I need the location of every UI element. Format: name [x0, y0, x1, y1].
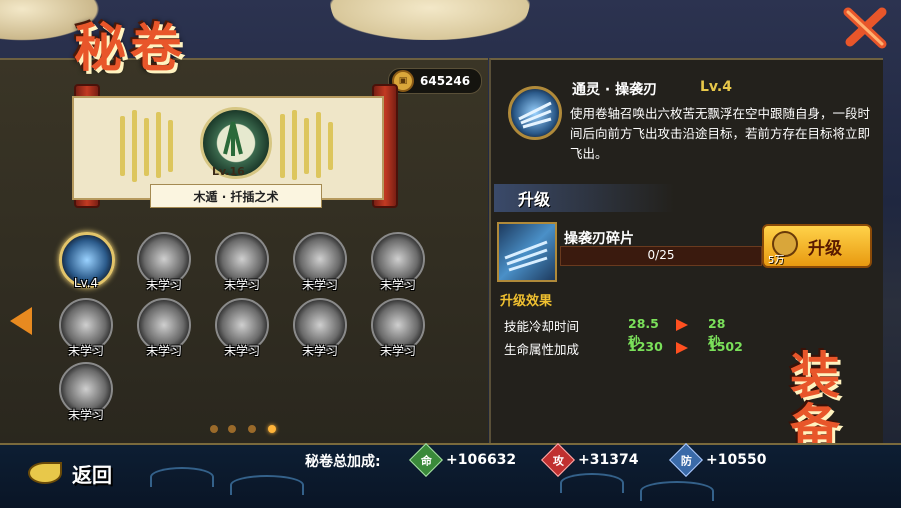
back-arrow-icon — [28, 462, 62, 484]
upgrade-section-title: 升级 — [518, 190, 551, 209]
skill-slot[interactable]: 未学习 — [58, 362, 114, 426]
upgrade-button-label: 升级 — [808, 239, 842, 259]
skill-detail-description: 使用卷轴召唤出六枚苦无飘浮在空中跟随自身，一段时间后向前方飞出攻击沿途目标，若前… — [570, 106, 871, 161]
currency-value: 645246 — [420, 74, 471, 88]
cloud-decoration — [330, 0, 530, 40]
page-dot[interactable] — [268, 425, 276, 433]
skill-slot[interactable]: 未学习 — [370, 232, 426, 296]
leaf-icon — [223, 121, 243, 156]
fragment-icon — [497, 222, 557, 282]
stat-value: +31374 — [578, 452, 639, 468]
skill-status-label: 未学习 — [223, 278, 260, 292]
currency-display: ▣ 645246 — [388, 68, 482, 94]
fragment-name: 操袭刃碎片 — [564, 231, 634, 247]
prev-page-arrow[interactable] — [10, 307, 32, 335]
scroll-skill-level: Lv.16 — [212, 165, 245, 178]
stat-hp: 命 +106632 — [409, 443, 517, 477]
fragment-count: 0/25 — [647, 248, 675, 262]
skill-detail-name: 通灵 · 操袭刃 — [572, 82, 658, 98]
fragment-progress-bar: 0/25 — [560, 246, 762, 266]
page-title: 秘卷 — [74, 18, 187, 79]
stat-attack: 攻 +31374 — [541, 443, 639, 477]
arrow-right-icon — [676, 319, 688, 331]
skill-status-label: 未学习 — [67, 408, 104, 422]
skill-slot[interactable]: 未学习 — [58, 298, 114, 362]
arrow-right-icon — [676, 342, 688, 354]
effect-label: 生命属性加成 — [504, 342, 580, 357]
page-dot[interactable] — [228, 425, 236, 433]
skill-slot[interactable]: 未学习 — [136, 232, 192, 296]
skill-slot[interactable]: 未学习 — [292, 232, 348, 296]
skill-detail-level: Lv.4 — [700, 79, 732, 95]
close-button[interactable] — [838, 4, 890, 50]
defense-icon: 防 — [669, 443, 703, 477]
page-dot[interactable] — [248, 425, 256, 433]
skill-status-label: 未学习 — [301, 344, 338, 358]
stat-value: +106632 — [446, 452, 517, 468]
kunai-fragment-icon — [504, 240, 548, 272]
skill-status-label: 未学习 — [301, 278, 338, 292]
skill-status-label: 未学习 — [379, 278, 416, 292]
skill-status-label: 未学习 — [223, 344, 260, 358]
skill-slot[interactable]: 未学习 — [370, 298, 426, 362]
skill-status-label: 未学习 — [67, 344, 104, 358]
skill-slot[interactable]: 未学习 — [214, 298, 270, 362]
effect-old-value: 1230 — [628, 339, 663, 354]
scroll-name-plate: 木遁 · 扦插之术 — [150, 184, 322, 208]
effect-new-value: 1502 — [708, 339, 743, 354]
upgrade-cost: 5万 — [768, 255, 785, 266]
skill-status-label: 未学习 — [145, 278, 182, 292]
skill-status-label: Lv.4 — [73, 276, 99, 290]
skill-slot[interactable]: 未学习 — [136, 298, 192, 362]
stat-defense: 防 +10550 — [669, 443, 767, 477]
attack-icon: 攻 — [541, 443, 575, 477]
page-dot[interactable] — [210, 425, 218, 433]
skill-status-label: 未学习 — [145, 344, 182, 358]
equip-label: 装备 — [790, 346, 840, 457]
skill-slot[interactable]: Lv.4 — [58, 232, 115, 296]
back-button-label: 返回 — [72, 462, 112, 487]
kunai-icon — [518, 101, 552, 129]
scroll-skill-name: 木遁 · 扦插之术 — [193, 189, 279, 204]
upgrade-effect-title: 升级效果 — [500, 294, 553, 309]
total-bonus-label: 秘卷总加成: — [305, 454, 381, 470]
hp-icon: 命 — [409, 443, 443, 477]
effect-label: 技能冷却时间 — [504, 319, 580, 334]
skill-slot[interactable]: 未学习 — [214, 232, 270, 296]
stat-value: +10550 — [706, 452, 767, 468]
close-icon — [843, 7, 887, 49]
upgrade-button[interactable]: 5万 升级 — [762, 224, 872, 268]
skill-slot[interactable]: 未学习 — [292, 298, 348, 362]
back-button[interactable]: 返回 — [28, 456, 138, 490]
skill-status-label: 未学习 — [379, 344, 416, 358]
skill-detail-icon — [508, 86, 562, 140]
